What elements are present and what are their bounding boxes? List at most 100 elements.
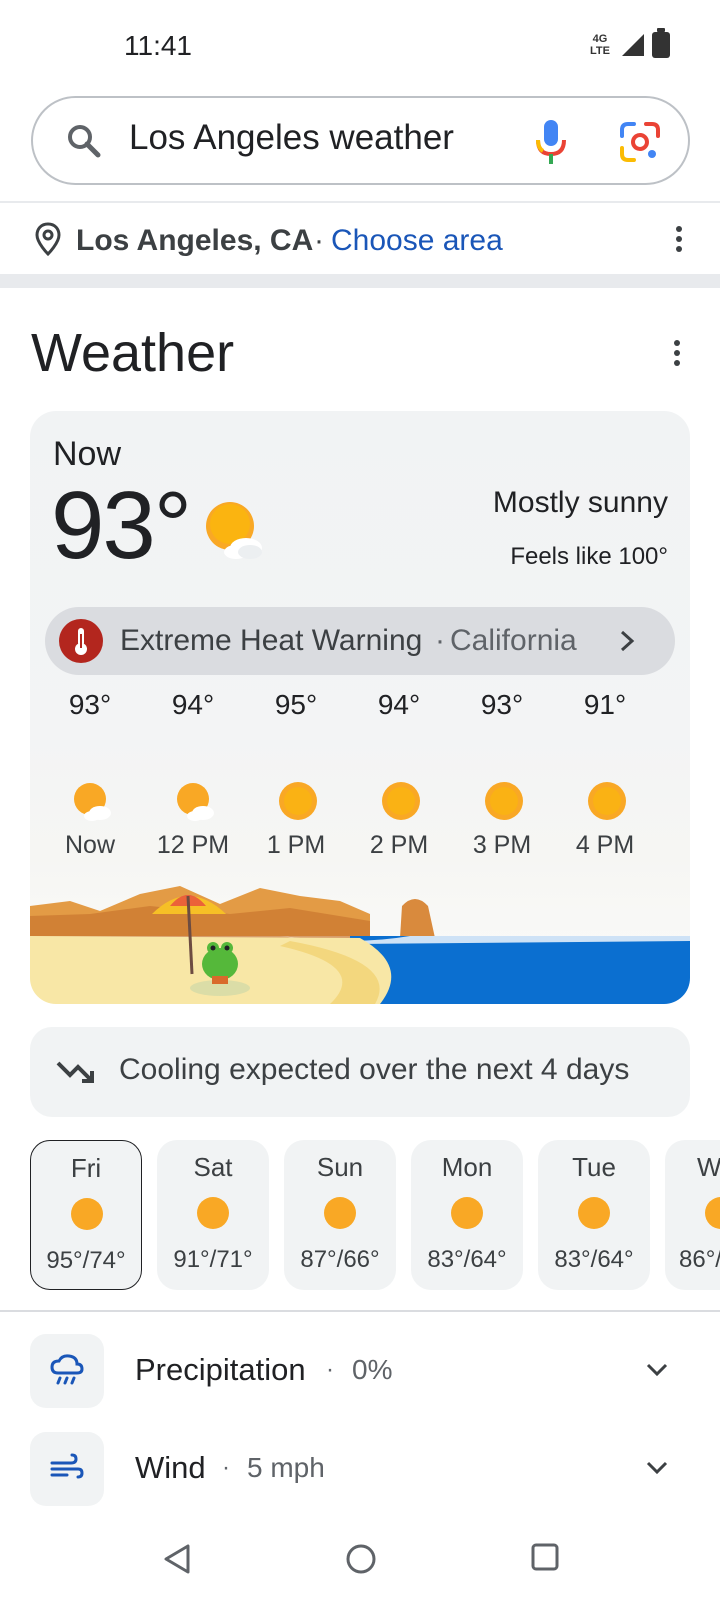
precipitation-icon-box (30, 1334, 104, 1408)
rain-cloud-icon (50, 1354, 84, 1385)
recent-apps-icon[interactable] (530, 1542, 560, 1572)
alert-region: California (450, 624, 577, 657)
location-separator: · (314, 224, 324, 257)
day-name: Fri (70, 1153, 102, 1183)
hourly-temp: 95° (274, 689, 318, 720)
sunny-icon (578, 1197, 610, 1229)
precipitation-value: 0% (352, 1354, 393, 1385)
hourly-time: Now (64, 831, 115, 859)
day-temp-range: 91°/71° (173, 1246, 253, 1273)
hourly-time: 4 PM (575, 831, 635, 859)
wind-label: Wind (135, 1450, 206, 1485)
partly-sunny-icon (206, 502, 262, 559)
search-input[interactable]: Los Angeles weather (129, 118, 454, 158)
trend-card: Cooling expected over the next 4 days (30, 1027, 690, 1117)
day-card-mon[interactable]: Mon 83°/64° (411, 1140, 523, 1290)
sunny-icon (588, 782, 626, 820)
hourly-temp: 94° (171, 689, 215, 720)
network-type-label: 4G LTE (586, 33, 614, 57)
network-label: 4G LTE (590, 33, 610, 57)
partly-sunny-icon (74, 783, 111, 821)
precipitation-row[interactable]: Precipitation · 0% (0, 1334, 720, 1410)
microphone-icon[interactable] (531, 118, 571, 166)
day-card-fri[interactable]: Fri 95°/74° (30, 1140, 142, 1290)
wind-row[interactable]: Wind · 5 mph (0, 1432, 720, 1508)
location-pin-icon (35, 222, 61, 256)
chevron-down-icon[interactable] (645, 1460, 669, 1476)
hourly-time: 1 PM (266, 831, 326, 859)
wind-icon-box (30, 1432, 104, 1506)
thermometer-alert-icon (59, 619, 103, 663)
day-name: Mon (441, 1152, 493, 1182)
feels-like-text: Feels like 100° (510, 543, 668, 570)
hourly-time: 12 PM (156, 831, 230, 859)
now-label: Now (53, 435, 122, 473)
trending-down-icon (56, 1061, 94, 1083)
sunny-icon (324, 1197, 356, 1229)
choose-area-link[interactable]: Choose area (331, 224, 503, 258)
chevron-down-icon[interactable] (645, 1362, 669, 1378)
status-bar: 11:41 4G LTE (0, 0, 720, 90)
day-name: Sat (193, 1152, 233, 1182)
trend-text: Cooling expected over the next 4 days (119, 1053, 630, 1086)
day-card-sun[interactable]: Sun 87°/66° (284, 1140, 396, 1290)
day-temp-range: 83°/64° (427, 1246, 507, 1273)
sunny-icon (279, 782, 317, 820)
search-icon[interactable] (65, 122, 103, 160)
daily-forecast: Fri 95°/74° Sat 91°/71° Sun 87°/66° Mon … (0, 1140, 720, 1292)
day-card-sat[interactable]: Sat 91°/71° (157, 1140, 269, 1290)
precipitation-separator: · (326, 1356, 334, 1383)
day-card-tue[interactable]: Tue 83°/64° (538, 1140, 650, 1290)
sunny-icon (71, 1198, 103, 1230)
sunny-icon (485, 782, 523, 820)
day-card-wed[interactable]: W 86°/ (665, 1140, 720, 1290)
precipitation-label: Precipitation (135, 1352, 306, 1387)
search-bar[interactable]: Los Angeles weather (31, 96, 690, 185)
hourly-temp: 93° (480, 689, 524, 720)
hourly-time: 3 PM (472, 831, 532, 859)
wind-icon (50, 1453, 84, 1479)
condition-text: Mostly sunny (492, 486, 668, 519)
sunny-icon (197, 1197, 229, 1229)
divider (0, 1310, 720, 1312)
location-row: Los Angeles, CA · Choose area (0, 210, 720, 272)
heat-warning-alert[interactable]: Extreme Heat Warning · California (45, 607, 675, 675)
current-temperature: 93° (51, 472, 192, 579)
alert-separator: · (435, 624, 445, 657)
hourly-temp: 93° (68, 689, 112, 720)
day-temp-range: 95°/74° (46, 1247, 126, 1274)
location-name: Los Angeles, CA (76, 224, 314, 257)
location-more-icon[interactable] (675, 226, 683, 256)
hourly-time: 2 PM (369, 831, 429, 859)
alert-title: Extreme Heat Warning (120, 624, 423, 657)
weather-more-icon[interactable] (673, 340, 681, 370)
back-icon[interactable] (160, 1542, 194, 1576)
partly-sunny-icon (177, 783, 214, 821)
sunny-icon (705, 1197, 720, 1229)
day-name: W (697, 1152, 720, 1182)
lens-camera-icon[interactable] (618, 120, 662, 164)
sunny-icon (451, 1197, 483, 1229)
battery-icon (652, 28, 670, 58)
hourly-temp: 91° (583, 689, 627, 720)
day-name: Tue (572, 1152, 616, 1182)
sunny-icon (382, 782, 420, 820)
day-temp-range: 87°/66° (300, 1246, 380, 1273)
beach-scene-illustration (30, 886, 690, 1004)
wind-value: 5 mph (247, 1452, 325, 1483)
current-weather-card[interactable]: Now 93° Mostly sunny Feels like 100° Ext… (30, 411, 690, 1004)
wind-separator: · (222, 1454, 230, 1481)
divider (0, 201, 720, 203)
day-temp-range: 83°/64° (554, 1246, 634, 1273)
home-icon[interactable] (344, 1542, 378, 1576)
system-nav-bar (0, 1530, 720, 1600)
hourly-forecast: 93° Now 94° 12 PM 95° 1 PM 94° 2 PM 93° … (40, 681, 680, 871)
day-temp-range: 86°/ (679, 1246, 720, 1273)
day-name: Sun (316, 1152, 364, 1182)
status-icons: 4G LTE (586, 28, 670, 58)
chevron-right-icon (620, 630, 635, 652)
weather-title: Weather (31, 323, 235, 383)
status-time: 11:41 (124, 30, 192, 61)
section-divider (0, 274, 720, 288)
signal-icon (622, 34, 644, 56)
